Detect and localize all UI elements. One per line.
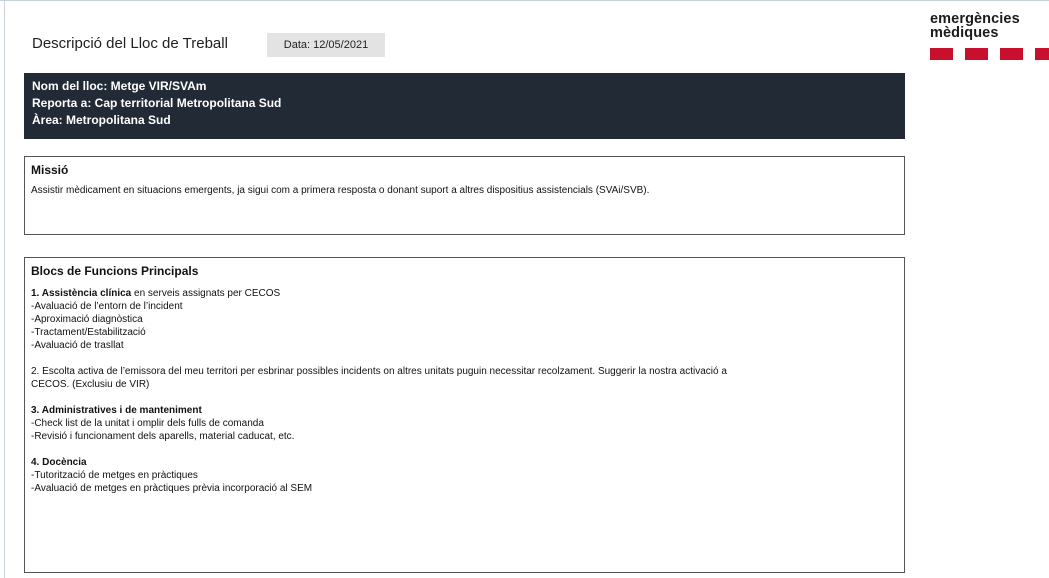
job-header: Nom del lloc: Metge VIR/SVAm Reporta a: …: [24, 73, 905, 139]
logo-block: [1035, 48, 1049, 60]
page-top-border: [0, 0, 1049, 1]
job-name: Nom del lloc: Metge VIR/SVAm: [32, 79, 207, 93]
function-group-2-line: CECOS. (Exclusiu de VIR): [31, 379, 150, 390]
function-group-2: 2. Escolta activa de l’emissora del meu …: [31, 365, 898, 391]
functions-title: Blocs de Funcions Principals: [31, 264, 199, 278]
logo-block: [930, 48, 953, 60]
list-item: -Aproximació diagnòstica: [31, 314, 143, 325]
function-group-1-title: 1. Assistència clínica: [31, 288, 132, 299]
mission-section: Missió Assistir mèdicament en situacions…: [24, 156, 905, 235]
page-left-border: [4, 0, 5, 578]
list-item: -Tutorització de metges en pràctiques: [31, 470, 198, 481]
job-reports-to: Reporta a: Cap territorial Metropolitana…: [32, 96, 282, 110]
list-item: -Check list de la unitat i omplir dels f…: [31, 418, 264, 429]
function-group-1-heading: 1. Assistència clínica en serveis assign…: [31, 287, 898, 300]
logo-text-line2: mèdiques: [930, 25, 999, 41]
list-item: -Avaluació de l’entorn de l’incident: [31, 301, 183, 312]
logo-block: [965, 48, 988, 60]
mission-text: Assistir mèdicament en situacions emerge…: [31, 185, 650, 196]
function-group-4: 4. Docència -Tutorització de metges en p…: [31, 456, 898, 495]
function-group-3-title: 3. Administratives i de manteniment: [31, 405, 202, 416]
functions-section: Blocs de Funcions Principals 1. Assistèn…: [24, 257, 905, 573]
list-item: -Tractament/Estabilització: [31, 327, 146, 338]
sem-logo: emergències mèdiques: [930, 12, 1049, 62]
function-group-2-line: 2. Escolta activa de l’emissora del meu …: [31, 366, 727, 377]
mission-title: Missió: [31, 163, 69, 177]
date-badge: Data: 12/05/2021: [267, 33, 385, 57]
function-group-1-title-rest: en serveis assignats per CECOS: [131, 288, 281, 299]
function-group-4-title: 4. Docència: [31, 457, 87, 468]
job-area: Àrea: Metropolitana Sud: [32, 113, 171, 127]
logo-text-line1: emergències: [930, 12, 1020, 27]
function-group-1: 1. Assistència clínica en serveis assign…: [31, 287, 898, 352]
document-title: Descripció del Lloc de Treball: [32, 35, 228, 52]
logo-block: [1000, 48, 1023, 60]
list-item: -Avaluació de metges en pràctiques prèvi…: [31, 483, 313, 494]
list-item: -Avaluació de trasllat: [31, 340, 124, 351]
list-item: -Revisió i funcionament dels aparells, m…: [31, 431, 295, 442]
function-group-3: 3. Administratives i de manteniment -Che…: [31, 404, 898, 443]
